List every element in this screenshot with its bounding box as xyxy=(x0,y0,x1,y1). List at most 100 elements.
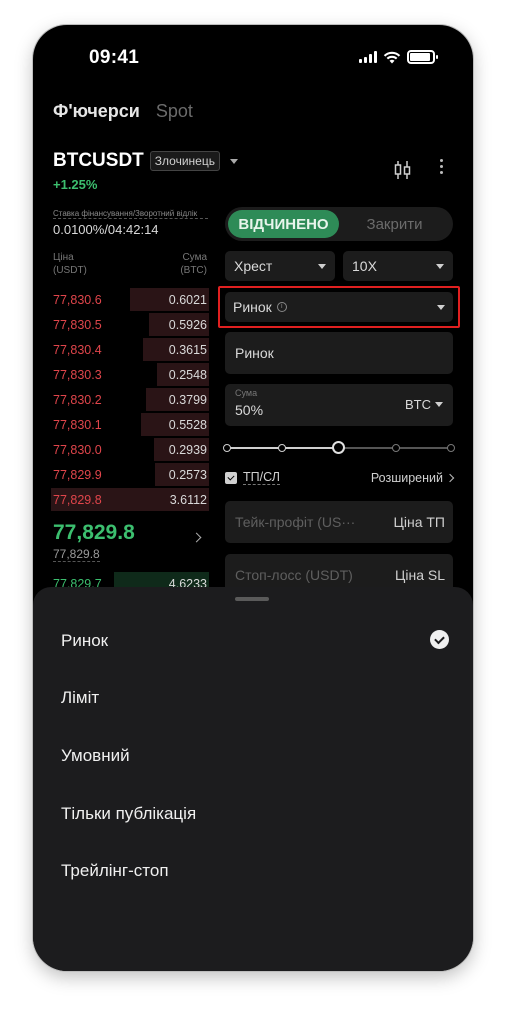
orderbook-row[interactable]: 77,830.6 0.6021 xyxy=(51,287,209,312)
advanced-link[interactable]: Розширений xyxy=(370,470,455,485)
orderbook-row[interactable]: 77,830.3 0.2548 xyxy=(51,362,209,387)
candlestick-chart-icon[interactable] xyxy=(393,160,413,180)
option-conditional[interactable]: Умовний xyxy=(61,746,130,766)
amount-unit: BTC xyxy=(405,397,431,412)
wifi-icon xyxy=(383,51,401,63)
orderbook-row[interactable]: 77,830.2 0.3799 xyxy=(51,387,209,412)
slider-step-75[interactable] xyxy=(392,444,400,452)
orderbook-qty: 0.5528 xyxy=(168,417,207,432)
chevron-right-icon[interactable] xyxy=(191,532,202,543)
pair-name: BTCUSDT xyxy=(53,150,144,171)
pair-badge: Злочинець xyxy=(149,151,220,171)
option-trailing-stop[interactable]: Трейлінг-стоп xyxy=(61,861,169,881)
orderbook-row[interactable]: 77,830.5 0.5926 xyxy=(51,312,209,337)
pair-selector[interactable]: BTCUSDT Злочинець xyxy=(53,150,238,172)
tpsl-checkbox[interactable]: ТП/СЛ xyxy=(225,470,280,485)
orderbook-qty: 0.3615 xyxy=(168,342,207,357)
orderbook-header: Ціна (USDT) Сума (BTC) xyxy=(53,251,207,277)
amount-field[interactable]: Сума 50% BTC xyxy=(225,384,453,426)
last-price: 77,829.8 xyxy=(53,521,135,544)
status-time: 09:41 xyxy=(89,47,140,68)
option-post-only[interactable]: Тільки публікація xyxy=(61,804,196,824)
price-field-value: Ринок xyxy=(235,345,274,361)
sheet-handle[interactable] xyxy=(235,597,269,601)
option-limit[interactable]: Ліміт xyxy=(61,688,99,708)
slider-step-25[interactable] xyxy=(278,444,286,452)
orderbook-price: 77,830.1 xyxy=(53,417,102,432)
tab-futures[interactable]: Ф'ючерси xyxy=(53,101,140,122)
orderbook-price: 77,830.6 xyxy=(53,292,102,307)
margin-mode-value: Хрест xyxy=(234,258,273,274)
orderbook-price: 77,830.5 xyxy=(53,317,102,332)
advanced-label: Розширений xyxy=(370,470,443,485)
status-icons xyxy=(359,50,438,64)
orderbook-qty: 0.6021 xyxy=(168,292,207,307)
tpsl-row: ТП/СЛ Розширений xyxy=(225,470,455,485)
header-line: Сума xyxy=(182,252,207,263)
amount-slider[interactable] xyxy=(223,441,455,454)
slider-step-100[interactable] xyxy=(447,444,455,452)
orderbook-row[interactable]: 77,829.8 3.6112 xyxy=(51,487,209,512)
open-close-toggle: ВІДЧИНЕНО Закрити xyxy=(225,207,453,241)
orderbook-price: 77,830.4 xyxy=(53,342,102,357)
tab-close[interactable]: Закрити xyxy=(339,210,450,238)
tpsl-label: ТП/СЛ xyxy=(243,470,280,485)
checkbox-checked-icon xyxy=(225,471,237,484)
amount-value: 50% xyxy=(235,402,264,418)
header-line: (USDT) xyxy=(53,265,87,276)
caret-down-icon xyxy=(437,304,445,310)
battery-icon xyxy=(407,50,438,64)
orderbook-price: 77,830.0 xyxy=(53,442,102,457)
tab-open[interactable]: ВІДЧИНЕНО xyxy=(228,210,339,238)
funding-value: 0.0100%/04:42:14 xyxy=(53,222,159,237)
take-profit-unit[interactable]: Ціна ТП xyxy=(394,514,446,530)
orderbook-qty: 0.5926 xyxy=(168,317,207,332)
orderbook-price-header: Ціна (USDT) xyxy=(53,251,87,277)
orderbook-qty: 0.3799 xyxy=(168,392,207,407)
orderbook-row[interactable]: 77,830.1 0.5528 xyxy=(51,412,209,437)
orderbook-row[interactable]: 77,830.4 0.3615 xyxy=(51,337,209,362)
orderbook-qty: 0.2939 xyxy=(168,442,207,457)
status-bar: 09:41 xyxy=(33,47,473,71)
funding-label: Ставка фінансування/Зворотний відлік xyxy=(53,209,208,219)
price-change: +1.25% xyxy=(53,177,98,192)
caret-down-icon xyxy=(435,402,443,407)
amount-unit-dropdown[interactable]: BTC xyxy=(405,397,443,412)
slider-step-0[interactable] xyxy=(223,444,231,452)
leverage-value: 10X xyxy=(352,258,377,274)
orderbook-price: 77,830.3 xyxy=(53,367,102,382)
order-type-label: Ринок i xyxy=(233,299,287,315)
leverage-dropdown[interactable]: 10X xyxy=(343,251,453,281)
phone-frame: 09:41 Ф'ючерси Spot BTCUSDT Злочинець +1… xyxy=(33,25,473,971)
margin-mode-dropdown[interactable]: Хрест xyxy=(225,251,335,281)
take-profit-placeholder: Тейк-профіт (US··· xyxy=(235,514,356,530)
orderbook-asks: 77,830.6 0.6021 77,830.5 0.5926 77,830.4 0.36… xyxy=(51,287,209,512)
option-market[interactable]: Ринок xyxy=(61,631,108,651)
mark-price: 77,829.8 xyxy=(53,547,100,562)
market-tabs: Ф'ючерси Spot xyxy=(53,101,193,122)
order-type-dropdown[interactable]: Ринок i xyxy=(225,292,453,322)
orderbook-price: 77,829.9 xyxy=(53,467,102,482)
slider-knob[interactable] xyxy=(332,441,345,454)
take-profit-field[interactable]: Тейк-профіт (US··· Ціна ТП xyxy=(225,501,453,543)
order-type-value: Ринок xyxy=(233,299,272,315)
orderbook-qty: 0.2548 xyxy=(168,367,207,382)
chevron-right-icon xyxy=(445,473,455,482)
more-options-icon[interactable] xyxy=(440,159,443,174)
check-circle-icon xyxy=(430,630,449,649)
amount-label: Сума xyxy=(235,388,258,398)
header-line: Ціна xyxy=(53,252,74,263)
orderbook-row[interactable]: 77,829.9 0.2573 xyxy=(51,462,209,487)
order-type-sheet: Ринок Ліміт Умовний Тільки публікація Тр… xyxy=(33,587,473,971)
stop-loss-unit[interactable]: Ціна SL xyxy=(395,567,445,583)
orderbook-price: 77,830.2 xyxy=(53,392,102,407)
orderbook-qty: 3.6112 xyxy=(169,492,207,507)
orderbook-price: 77,829.8 xyxy=(53,492,102,507)
header-line: (BTC) xyxy=(180,265,207,276)
tab-spot[interactable]: Spot xyxy=(156,101,193,122)
orderbook-row[interactable]: 77,830.0 0.2939 xyxy=(51,437,209,462)
stop-loss-placeholder: Стоп-лосс (USDT) xyxy=(235,567,353,583)
info-icon[interactable]: i xyxy=(276,302,287,312)
order-type-highlight: Ринок i xyxy=(218,286,460,328)
price-field[interactable]: Ринок xyxy=(225,332,453,374)
